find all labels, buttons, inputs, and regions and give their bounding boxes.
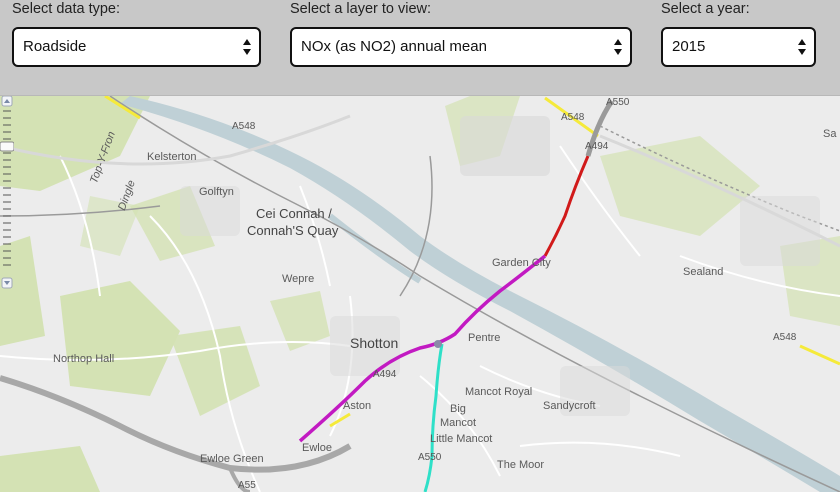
place-ewloe: Ewloe [302, 442, 332, 454]
place-the-moor: The Moor [497, 459, 545, 471]
place-edge-sa: Sa [823, 128, 837, 140]
place-mancot-royal: Mancot Royal [465, 386, 533, 398]
place-little-mancot: Little Mancot [430, 433, 493, 445]
place-kelsterton: Kelsterton [147, 151, 197, 163]
data-type-select[interactable]: Roadside [12, 27, 261, 67]
data-type-label: Select data type: [12, 1, 121, 17]
place-ewloe-green: Ewloe Green [200, 453, 264, 465]
layer-label: Select a layer to view: [290, 1, 432, 17]
map-canvas [0, 96, 840, 492]
place-pentre: Pentre [468, 332, 501, 344]
place-connahs-quay-welsh: Cei Connah / [256, 206, 332, 221]
place-sandycroft: Sandycroft [543, 400, 596, 412]
road-a550-south: A550 [418, 452, 442, 463]
road-a548-north: A548 [561, 112, 585, 123]
place-big-mancot-2: Mancot [440, 417, 477, 429]
layer-value: NOx (as NO2) annual mean [301, 38, 487, 55]
place-sealand: Sealand [683, 266, 724, 278]
year-select[interactable]: 2015 [661, 27, 816, 67]
place-big-mancot-1: Big [450, 403, 466, 415]
road-a494-mid: A494 [373, 369, 397, 380]
place-wepre: Wepre [282, 273, 315, 285]
place-golftyn: Golftyn [199, 186, 234, 198]
place-connahs-quay: Connah'S Quay [247, 223, 339, 238]
road-a548-west: A548 [232, 121, 256, 132]
zoom-slider[interactable] [0, 96, 14, 291]
layer-controls-panel: Select data type: Roadside Select a laye… [0, 0, 840, 96]
road-a494-north: A494 [585, 141, 609, 152]
select-arrows-icon [614, 39, 622, 55]
select-arrows-icon [798, 39, 806, 55]
place-aston: Aston [343, 400, 372, 412]
road-a550-north: A550 [606, 97, 630, 108]
map-view[interactable]: Kelsterton Golftyn Cei Connah / Connah'S… [0, 96, 840, 492]
place-northop-hall: Northop Hall [53, 353, 115, 365]
select-arrows-icon [243, 39, 251, 55]
road-a548-east: A548 [773, 332, 797, 343]
year-value: 2015 [672, 38, 706, 55]
data-type-value: Roadside [23, 38, 87, 55]
layer-select[interactable]: NOx (as NO2) annual mean [290, 27, 632, 67]
road-a55: A55 [238, 480, 256, 491]
year-label: Select a year: [661, 1, 750, 17]
place-shotton: Shotton [350, 335, 399, 351]
place-garden-city: Garden City [492, 257, 551, 269]
